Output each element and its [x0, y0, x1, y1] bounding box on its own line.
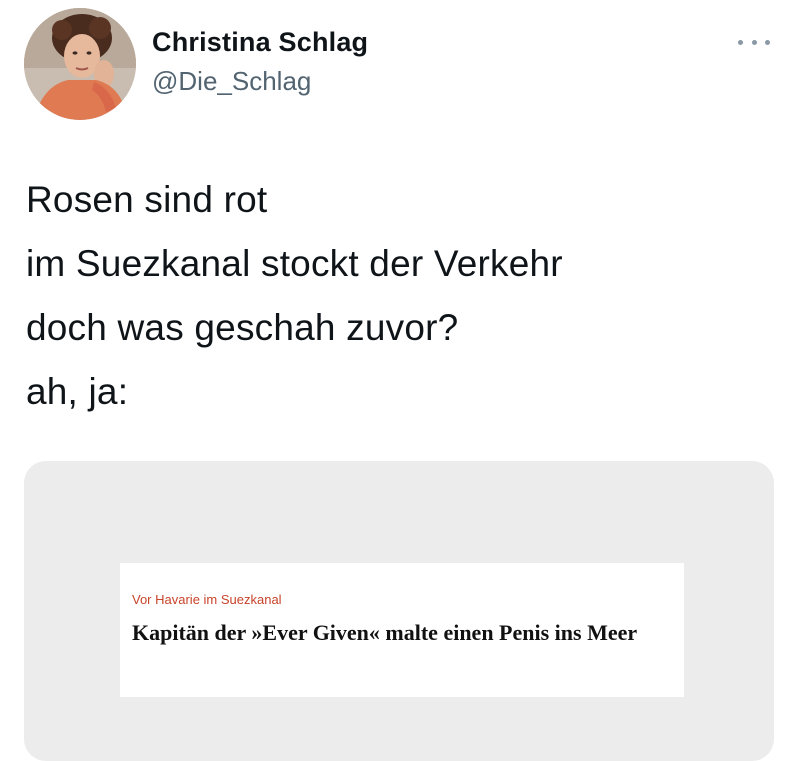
avatar-photo: [24, 8, 136, 120]
article-kicker: Vor Havarie im Suezkanal: [132, 592, 282, 607]
display-name[interactable]: Christina Schlag: [152, 26, 368, 58]
more-dot: [765, 39, 770, 45]
article-screenshot: Vor Havarie im Suezkanal Kapitän der »Ev…: [120, 563, 684, 697]
tweet-line: ah, ja:: [26, 371, 129, 412]
article-headline: Kapitän der »Ever Given« malte einen Pen…: [132, 620, 638, 645]
tweet-line: Rosen sind rot: [26, 179, 268, 220]
more-dot: [751, 39, 757, 45]
more-horizontal-icon[interactable]: [738, 30, 770, 54]
user-handle[interactable]: @Die_Schlag: [152, 64, 368, 98]
tweet-author: Christina Schlag @Die_Schlag: [152, 26, 368, 98]
tweet-line: im Suezkanal stockt der Verkehr: [26, 243, 563, 284]
avatar[interactable]: [24, 8, 136, 120]
tweet-media-image[interactable]: Vor Havarie im Suezkanal Kapitän der »Ev…: [24, 461, 774, 761]
more-dot: [738, 39, 743, 45]
tweet-text: Rosen sind rot im Suezkanal stockt der V…: [26, 168, 563, 424]
tweet-line: doch was geschah zuvor?: [26, 307, 459, 348]
